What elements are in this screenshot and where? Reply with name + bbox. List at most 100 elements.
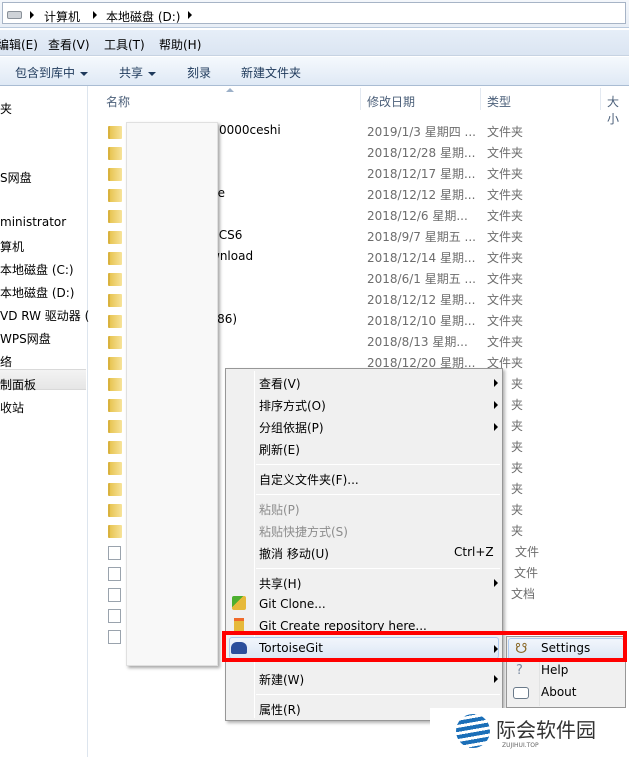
menu-separator: [256, 568, 500, 569]
submenu-item-help[interactable]: Help: [541, 663, 568, 677]
menu-item-git-clone[interactable]: Git Clone...: [259, 597, 326, 611]
submenu-arrow-icon: [494, 401, 498, 409]
new-folder-button[interactable]: 新建文件夹: [241, 64, 301, 81]
menu-tools[interactable]: 工具(T): [104, 36, 145, 53]
nav-item[interactable]: WPS网盘: [0, 330, 51, 347]
menu-item-new[interactable]: 新建(W): [259, 671, 304, 688]
file-type: 夹: [511, 440, 524, 454]
file-date: 2018/12/14 星期...: [367, 251, 476, 265]
folder-icon: [108, 504, 122, 517]
submenu-arrow-icon: [494, 379, 498, 387]
folder-icon: [108, 462, 122, 475]
folder-icon: [108, 378, 122, 391]
file-type: 文件夹: [487, 167, 524, 181]
menu-item-refresh[interactable]: 刷新(E): [259, 441, 300, 458]
burn-button[interactable]: 刻录: [187, 64, 211, 81]
nav-item[interactable]: ministrator: [0, 215, 66, 229]
nav-item-dvd[interactable]: VD RW 驱动器 (: [0, 307, 89, 324]
folder-icon: [108, 315, 122, 328]
file-name[interactable]: 0000ceshi: [219, 123, 281, 137]
file-type: 文件: [515, 545, 540, 559]
folder-icon: [108, 147, 122, 160]
menu-help[interactable]: 帮助(H): [159, 36, 201, 53]
column-divider[interactable]: [600, 88, 601, 110]
file-type: 文件夹: [487, 125, 524, 139]
folder-icon: [108, 231, 122, 244]
file-date: 2018/12/17 星期...: [367, 167, 476, 181]
breadcrumb-computer[interactable]: 计算机: [44, 8, 80, 25]
breadcrumb-drive-d[interactable]: 本地磁盘 (D:): [106, 8, 180, 25]
file-type: 文件夹: [487, 230, 524, 244]
file-type: 文件夹: [487, 314, 524, 328]
submenu-arrow-icon: [494, 423, 498, 431]
column-header-size[interactable]: 大小: [607, 93, 629, 127]
column-header-name[interactable]: 名称: [106, 93, 130, 110]
help-icon: ?: [516, 663, 523, 678]
file-date: 2018/12/12 星期...: [367, 293, 476, 307]
folder-icon: [108, 420, 122, 433]
menu-item-view[interactable]: 查看(V): [259, 375, 301, 392]
include-in-library-button[interactable]: 包含到库中: [15, 64, 89, 81]
chevron-down-icon: [148, 71, 157, 76]
breadcrumb-arrow-icon[interactable]: [93, 11, 97, 19]
menu-separator: [256, 464, 500, 465]
nav-item-drive-d[interactable]: 本地磁盘 (D:): [0, 284, 74, 301]
about-icon: [513, 687, 529, 699]
nav-item[interactable]: 络: [0, 353, 12, 370]
git-create-repo-icon: [234, 618, 244, 632]
document-icon: [108, 630, 121, 644]
column-header-type[interactable]: 类型: [487, 93, 511, 110]
menu-view[interactable]: 查看(V): [48, 36, 90, 53]
folder-icon: [108, 483, 122, 496]
file-type: 文件夹: [487, 272, 524, 286]
document-icon: [108, 588, 121, 602]
menu-bar: 编辑(E) 查看(V) 工具(T) 帮助(H): [0, 30, 629, 56]
menu-separator: [256, 494, 500, 495]
address-bar[interactable]: 计算机 本地磁盘 (D:): [2, 2, 626, 24]
nav-item[interactable]: S网盘: [0, 169, 32, 186]
folder-icon: [108, 189, 122, 202]
column-header-date[interactable]: 修改日期: [367, 93, 415, 110]
menu-item-undo[interactable]: 撤消 移动(U): [259, 545, 329, 562]
file-date: 2018/12/28 星期...: [367, 146, 476, 160]
nav-item[interactable]: 制面板: [0, 376, 36, 393]
folder-icon: [108, 525, 122, 538]
blank-overlay-panel: [126, 122, 218, 666]
menu-item-properties[interactable]: 属性(R): [259, 701, 301, 718]
menu-item-paste-shortcut: 粘贴快捷方式(S): [259, 525, 348, 539]
folder-icon: [108, 210, 122, 223]
submenu-arrow-icon: [494, 579, 498, 587]
file-date: 2018/9/7 星期五 ...: [367, 230, 476, 244]
watermark-url: ZUJIHUI.TOP: [502, 742, 539, 749]
menu-item-share[interactable]: 共享(H): [259, 575, 301, 592]
submenu-item-about[interactable]: About: [541, 685, 576, 699]
watermark: 际会软件园 ZUJIHUI.TOP: [430, 708, 629, 757]
undo-shortcut: Ctrl+Z: [454, 545, 494, 559]
file-type: 夹: [511, 419, 524, 433]
file-date: 2018/12/12 星期...: [367, 188, 476, 202]
column-divider[interactable]: [360, 88, 361, 110]
git-clone-icon: [232, 596, 246, 610]
nav-item-drive-c[interactable]: 本地磁盘 (C:): [0, 261, 74, 278]
include-label: 包含到库中: [15, 66, 76, 80]
breadcrumb-arrow-icon[interactable]: [30, 11, 34, 19]
menu-edit[interactable]: 编辑(E): [0, 36, 38, 53]
sort-ascending-icon: [226, 88, 234, 92]
menu-item-group[interactable]: 分组依据(P): [259, 419, 324, 436]
file-type: 夹: [511, 461, 524, 475]
share-button[interactable]: 共享: [119, 64, 157, 81]
file-type: 夹: [511, 482, 524, 496]
menu-item-customize[interactable]: 自定义文件夹(F)...: [259, 471, 359, 488]
nav-item[interactable]: 收站: [0, 399, 24, 416]
file-type: 文档: [511, 587, 536, 601]
breadcrumb-arrow-icon[interactable]: [188, 11, 192, 19]
column-divider[interactable]: [480, 88, 481, 110]
file-type: 夹: [511, 524, 524, 538]
nav-item[interactable]: 夹: [0, 100, 12, 117]
menu-item-sort[interactable]: 排序方式(O): [259, 397, 326, 414]
file-date: 2018/8/13 星期...: [367, 335, 468, 349]
toolbar: 包含到库中 共享 刻录 新建文件夹: [0, 57, 629, 86]
file-date: 2019/1/3 星期四 ...: [367, 125, 476, 139]
nav-item[interactable]: 算机: [0, 238, 24, 255]
file-type: 夹: [511, 398, 524, 412]
